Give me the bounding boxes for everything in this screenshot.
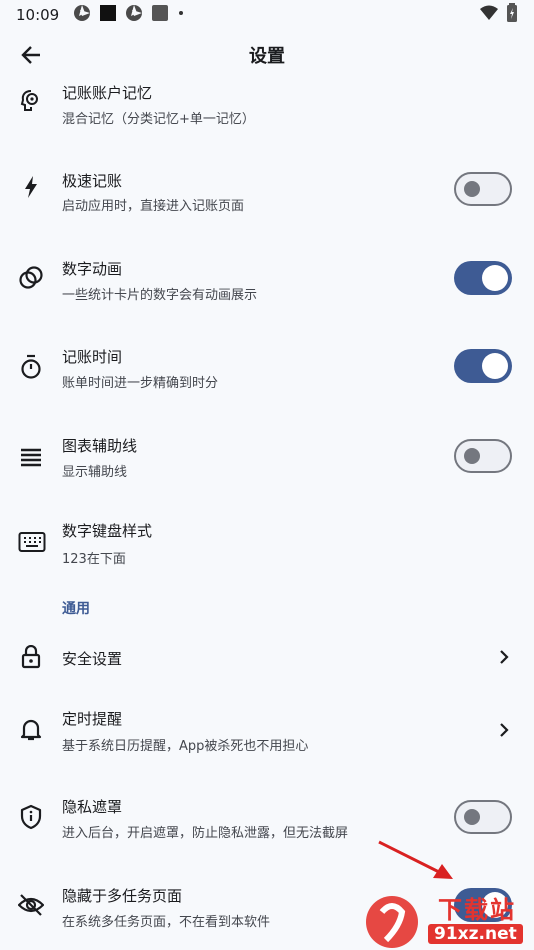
setting-title: 隐藏于多任务页面: [62, 887, 183, 905]
setting-title: 数字动画: [62, 260, 123, 278]
chevron-right-icon: [500, 650, 509, 664]
setting-subtitle: 进入后台，开启遮罩，防止隐私泄露，但无法截屏: [62, 826, 349, 841]
toggle-knob: [482, 353, 508, 379]
entry-time-toggle[interactable]: [454, 349, 512, 383]
lock-icon: [18, 644, 44, 670]
setting-reminder[interactable]: 定时提醒 基于系统日历提醒，App被杀死也不用担心: [0, 700, 534, 760]
chevron-right-icon: [500, 723, 509, 737]
toggle-knob: [464, 448, 480, 464]
setting-security[interactable]: 安全设置: [0, 636, 534, 680]
toggle-knob: [464, 181, 480, 197]
timer-icon: [18, 354, 44, 380]
setting-quick-entry[interactable]: 极速记账 启动应用时，直接进入记账页面: [0, 160, 534, 220]
flash-icon: [18, 174, 44, 200]
privacy-mask-toggle[interactable]: [454, 800, 512, 834]
setting-title: 隐私遮罩: [62, 798, 123, 816]
status-time: 10:09: [16, 6, 60, 24]
dot-icon: [177, 4, 185, 26]
app-bar: 设置: [0, 30, 534, 80]
aperture-icon: [73, 4, 91, 26]
setting-title: 定时提醒: [62, 710, 123, 728]
setting-subtitle: 混合记忆（分类记忆+单一记忆）: [62, 112, 255, 127]
setting-subtitle: 123在下面: [62, 552, 126, 567]
shield-icon: [18, 804, 44, 830]
setting-title: 数字键盘样式: [62, 522, 153, 540]
setting-entry-time[interactable]: 记账时间 账单时间进一步精确到时分: [0, 340, 534, 400]
toggle-knob: [464, 809, 480, 825]
quick-entry-toggle[interactable]: [454, 172, 512, 206]
setting-subtitle: 显示辅助线: [62, 465, 128, 480]
watermark-text: 下载站: [438, 896, 516, 924]
annotation-arrow-icon: [378, 840, 453, 879]
setting-subtitle: 基于系统日历提醒，App被杀死也不用担心: [62, 739, 309, 754]
toggle-knob: [482, 265, 508, 291]
brain-icon: [18, 88, 44, 114]
number-animation-toggle[interactable]: [454, 261, 512, 295]
setting-subtitle: 账单时间进一步精确到时分: [62, 376, 219, 391]
setting-number-animation[interactable]: 数字动画 一些统计卡片的数字会有动画展示: [0, 250, 534, 310]
aperture-icon: [125, 4, 143, 26]
page-title: 设置: [249, 46, 285, 67]
setting-title: 安全设置: [62, 650, 123, 668]
rings-icon: [18, 265, 44, 291]
setting-keypad-style[interactable]: 数字键盘样式 123在下面: [0, 515, 534, 575]
battery-icon: [506, 3, 518, 27]
black-square-icon: [99, 4, 117, 26]
wifi-icon: [480, 5, 498, 25]
lines-icon: [18, 444, 44, 470]
setting-subtitle: 一些统计卡片的数字会有动画展示: [62, 288, 258, 303]
setting-subtitle: 启动应用时，直接进入记账页面: [62, 199, 245, 214]
setting-chart-gridlines[interactable]: 图表辅助线 显示辅助线: [0, 430, 534, 490]
gray-square-icon: [151, 4, 169, 26]
setting-title: 极速记账: [62, 172, 123, 190]
status-bar: 10:09: [0, 0, 534, 30]
setting-title: 记账账户记忆: [62, 84, 153, 102]
section-general-header: 通用: [62, 601, 90, 617]
watermark-domain: 91xz.net: [428, 924, 523, 944]
setting-subtitle: 在系统多任务页面，不在看到本软件: [62, 915, 271, 930]
bell-icon: [18, 716, 44, 742]
chart-gridlines-toggle[interactable]: [454, 439, 512, 473]
setting-account-memory[interactable]: 记账账户记忆 混合记忆（分类记忆+单一记忆）: [0, 80, 534, 136]
keyboard-icon: [18, 529, 46, 555]
setting-title: 记账时间: [62, 348, 123, 366]
setting-title: 图表辅助线: [62, 437, 138, 455]
eye-off-icon: [18, 892, 44, 918]
